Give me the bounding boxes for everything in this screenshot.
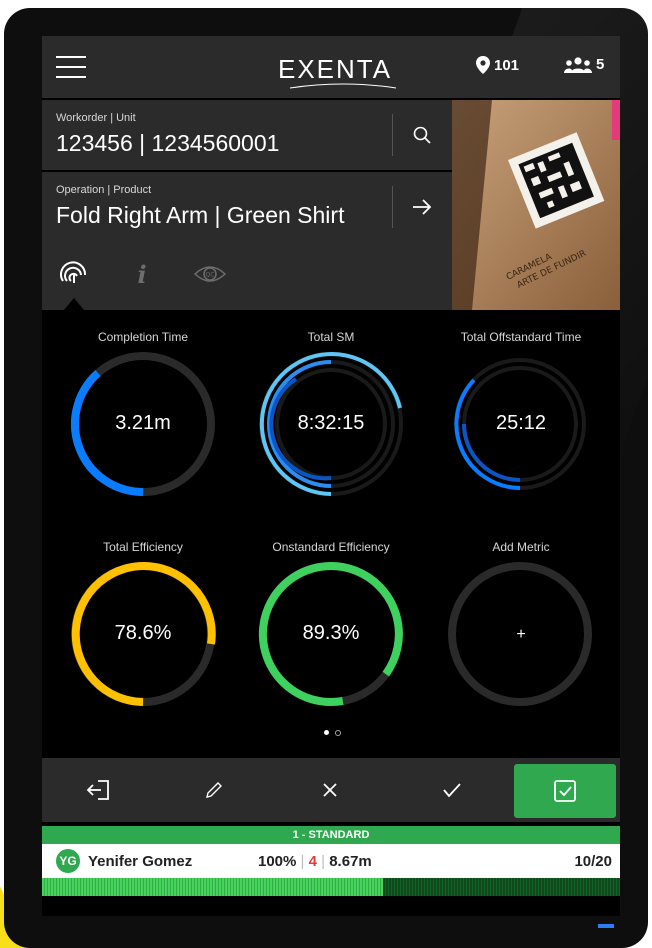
unit-count: 10/20 [574,853,612,870]
progress-fill [42,878,384,896]
action-bar [42,758,620,822]
progress-remaining [383,878,620,896]
confirm-complete-button[interactable] [514,764,616,818]
metric-value-total-efficiency: 78.6% [114,622,172,644]
operator-time: 8.67m [329,853,372,870]
app-screen: EXENTA 101 5 Workorder | Unit 123456 | 1… [42,36,620,916]
metric-gauges [71,352,592,707]
logout-button[interactable] [68,768,128,812]
checkbox-confirm-icon [554,780,576,802]
exit-icon [86,780,109,800]
operator-efficiency: 100% [258,853,297,870]
metric-value-total-offstandard-time: 25:12 [495,412,547,434]
metric-value-onstandard-efficiency: 89.3% [302,622,360,644]
avatar: YG [56,849,80,873]
stats-separator: | [321,853,326,870]
page-dot-active[interactable] [324,730,329,735]
tablet-device: EXENTA 101 5 Workorder | Unit 123456 | 1… [4,8,648,948]
metric-value-completion-time: 3.21m [115,412,171,434]
unit-progress-bar [42,878,620,896]
operator-row[interactable]: YG Yenifer Gomez 100% | 4 | 8.67m 10/20 [42,844,620,878]
cancel-button[interactable] [300,768,360,812]
add-metric-plus[interactable]: + [436,626,606,644]
accept-button[interactable] [422,768,482,812]
close-icon [323,783,337,797]
status-led [598,924,614,928]
page-indicator [324,730,341,736]
stats-separator: | [300,853,305,870]
page-dot[interactable] [335,730,341,736]
edit-button[interactable] [184,768,244,812]
operator-defects: 4 [308,853,317,870]
metric-value-total-sm: 8:32:15 [297,412,365,434]
pencil-icon [206,782,222,798]
operator-name: Yenifer Gomez [88,853,193,870]
operator-stats: 100% | 4 | 8.67m [258,853,372,870]
check-icon [443,783,461,798]
standard-band: 1 - STANDARD [42,826,620,844]
